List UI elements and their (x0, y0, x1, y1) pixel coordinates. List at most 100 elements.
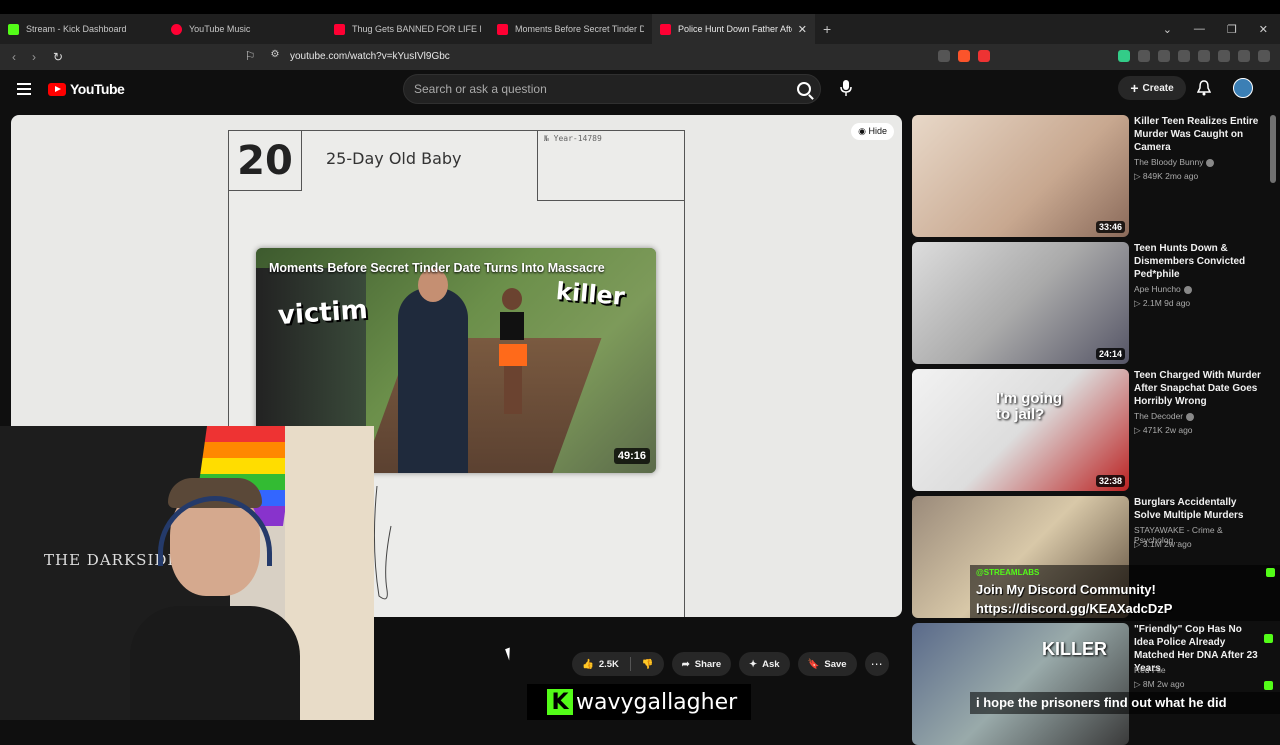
ask-button[interactable]: ✦ Ask (739, 652, 790, 676)
recommendation-item[interactable]: 33:46 Killer Teen Realizes Entire Murder… (912, 115, 1267, 237)
sparkle-icon: ✦ (749, 658, 758, 670)
browser-tab[interactable]: Stream - Kick Dashboard (0, 14, 163, 44)
screen-top-strip (0, 0, 1280, 14)
hide-endcards-button[interactable]: ◉ Hide (851, 123, 894, 140)
verified-icon (1183, 285, 1192, 294)
recommendation-meta: ▷ 849K 2mo ago (1134, 171, 1199, 181)
discord-heading: Join My Discord Community! (976, 582, 1156, 597)
brave-shield-icon[interactable] (958, 50, 970, 62)
recommendation-channel[interactable]: Ape Huncho (1134, 284, 1192, 294)
brave-rewards-icon[interactable] (978, 50, 990, 62)
woman-legs (504, 366, 522, 414)
thumbnail-caption: I'm going to jail? (996, 390, 1063, 423)
recommendation-title[interactable]: Killer Teen Realizes Entire Murder Was C… (1134, 115, 1264, 154)
youtube-music-favicon-icon (171, 23, 182, 35)
search-input[interactable] (414, 82, 774, 96)
recommendation-meta: ▷ 2.1M 9d ago (1134, 298, 1191, 308)
recommendation-channel[interactable]: The Bloody Bunny (1134, 157, 1215, 167)
like-button[interactable]: 👍 2.5K 👎 (572, 652, 664, 676)
puzzle-icon[interactable] (1158, 50, 1170, 62)
extensions-toolbar (938, 50, 1270, 62)
recommendation-title[interactable]: Burglars Accidentally Solve Multiple Mur… (1134, 496, 1264, 522)
recommendation-item[interactable]: 24:14 Teen Hunts Down & Dismembers Convi… (912, 242, 1267, 364)
recommendation-thumbnail[interactable]: KILLER (912, 623, 1129, 745)
video-actions: 👍 2.5K 👎 ➦ Share ✦ Ask 🔖 Save ⋯ (572, 652, 889, 676)
extension-icon[interactable] (1138, 50, 1150, 62)
recommendation-channel[interactable]: Red File (1134, 665, 1166, 675)
browser-tab[interactable]: Thug Gets BANNED FOR LIFE From t (326, 14, 489, 44)
cast-icon[interactable] (938, 50, 950, 62)
thumbs-up-icon: 👍 (582, 658, 594, 670)
address-bar: ‹ › ↻ ⚐ ⚙ youtube.com/watch?v=kYusIVl9Gb… (0, 44, 1280, 70)
recommendation-title[interactable]: Teen Hunts Down & Dismembers Convicted P… (1134, 242, 1264, 281)
page-scrollbar[interactable] (1270, 115, 1276, 183)
duration-badge: 33:46 (1095, 221, 1125, 233)
youtube-header: YouTube +Create (0, 70, 1280, 110)
minimize-icon[interactable]: — (1194, 23, 1205, 35)
reload-icon[interactable]: ↻ (48, 50, 68, 64)
menu-icon[interactable] (1258, 50, 1270, 62)
streamer-body (130, 606, 300, 720)
woman-head (502, 288, 522, 310)
close-tab-icon[interactable]: ✕ (798, 23, 807, 36)
thumbs-down-icon[interactable]: 👎 (642, 659, 654, 670)
divider (629, 657, 631, 671)
verified-icon (1186, 412, 1195, 421)
recommendation-item[interactable]: I'm going to jail? 32:38 Teen Charged Wit… (912, 369, 1267, 491)
close-window-icon[interactable]: ✕ (1259, 23, 1268, 36)
browser-tab[interactable]: Moments Before Secret Tinder Date (489, 14, 652, 44)
youtube-favicon-icon (497, 23, 508, 35)
recommendation-item[interactable]: KILLER "Friendly" Cop Has No Idea Police… (912, 623, 1267, 745)
notifications-bell-icon[interactable] (1197, 80, 1211, 96)
youtube-favicon-icon (660, 23, 671, 35)
extension-icon[interactable] (1178, 50, 1190, 62)
endcard-label-victim: victim (277, 294, 369, 332)
streamer-figure (130, 466, 300, 720)
verified-icon (1206, 158, 1215, 167)
browser-tab-active[interactable]: Police Hunt Down Father After M✕ (652, 14, 815, 44)
recommendation-channel[interactable]: The Decoder (1134, 411, 1195, 421)
youtube-favicon-icon (334, 23, 345, 35)
endcard-label-killer: killer (554, 277, 626, 311)
recommendation-title[interactable]: Teen Charged With Murder After Snapchat … (1134, 369, 1264, 408)
kick-logo-icon: K (547, 689, 573, 715)
recommendation-meta: ▷ 471K 2w ago (1134, 425, 1193, 435)
kick-badge-icon (1264, 681, 1273, 690)
maximize-icon[interactable]: ❐ (1227, 23, 1237, 36)
account-avatar[interactable] (1233, 78, 1253, 98)
recommendation-meta: ▷ 8M 2w ago (1134, 679, 1185, 689)
webcam-overlay: THE DARKSIDE (0, 426, 374, 720)
search-icon[interactable] (797, 82, 811, 96)
new-tab-icon[interactable]: + (815, 21, 839, 37)
vpn-icon[interactable] (1238, 50, 1250, 62)
youtube-logo[interactable]: YouTube (48, 81, 125, 97)
recommendation-thumbnail[interactable]: 24:14 (912, 242, 1129, 364)
extension-icon[interactable] (1118, 50, 1130, 62)
browser-tab[interactable]: YouTube Music (163, 14, 326, 44)
duration-badge: 24:14 (1095, 348, 1125, 360)
share-button[interactable]: ➦ Share (671, 652, 732, 676)
bookmark-icon: 🔖 (807, 658, 820, 670)
forward-icon[interactable]: › (24, 50, 44, 64)
thumbnail-woman (496, 288, 530, 418)
episode-title: 25-Day Old Baby (326, 149, 462, 168)
microphone-icon[interactable] (840, 80, 852, 96)
chat-message: i hope the prisoners find out what he di… (970, 692, 1280, 714)
more-actions-icon[interactable]: ⋯ (864, 652, 889, 676)
sidebar-icon[interactable] (1198, 50, 1210, 62)
recommendation-thumbnail[interactable]: 33:46 (912, 115, 1129, 237)
site-info-icon[interactable]: ⚙ (265, 49, 285, 60)
url-field[interactable]: youtube.com/watch?v=kYusIVl9Gbc (290, 51, 450, 62)
kick-badge-icon (1264, 634, 1273, 643)
year-box: № Year-14789 (537, 131, 685, 201)
tab-search-icon[interactable]: ⌄ (1163, 23, 1172, 36)
share-icon: ➦ (681, 658, 690, 670)
bookmark-icon[interactable]: ⚐ (240, 49, 260, 63)
recommendation-thumbnail[interactable]: I'm going to jail? 32:38 (912, 369, 1129, 491)
back-icon[interactable]: ‹ (4, 50, 24, 64)
search-box (403, 74, 821, 104)
wallet-icon[interactable] (1218, 50, 1230, 62)
create-button[interactable]: + Create (1118, 76, 1186, 100)
save-button[interactable]: 🔖 Save (797, 652, 857, 676)
hamburger-menu-icon[interactable] (17, 83, 31, 95)
